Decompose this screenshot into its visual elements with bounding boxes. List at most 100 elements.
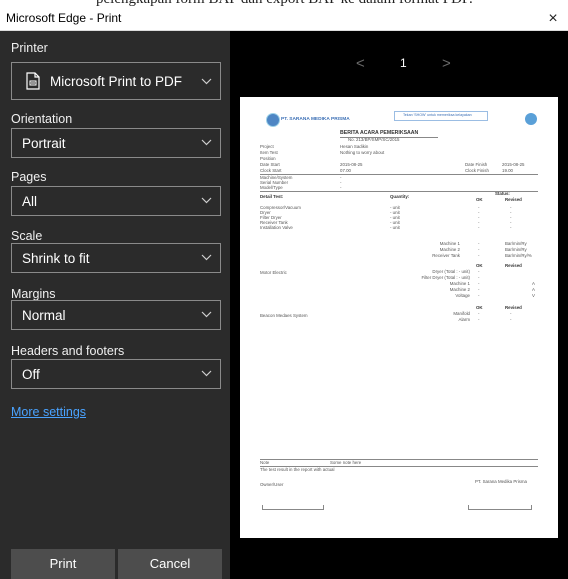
machine-row-ok: - — [478, 253, 480, 258]
printer-pdf-icon — [26, 72, 40, 90]
headers-footers-select[interactable]: Off — [11, 359, 221, 389]
motor-row-name: Voltage — [455, 293, 470, 298]
machine-row-revised: Bar/min/Ry — [505, 247, 527, 252]
machine-row-revised: Bar/min/Ry/% — [505, 253, 532, 258]
orientation-value: Portrait — [22, 136, 66, 151]
item-ok: - — [478, 225, 480, 230]
secondary-logo-icon — [525, 113, 537, 125]
motor-row-name: Machine 2 — [449, 287, 470, 292]
margins-value: Normal — [22, 308, 66, 323]
divider — [260, 459, 538, 460]
machine-key: Model/Type — [260, 185, 283, 190]
motor-row-ok: - — [478, 281, 480, 286]
headers-footers-label: Headers and footers — [11, 344, 125, 358]
printer-select[interactable]: Microsoft Print to PDF — [11, 62, 221, 100]
ok-header-2: OK — [476, 263, 483, 268]
item-name: Installation Valve — [260, 225, 293, 230]
info-right-value: 2015-08-25 — [502, 162, 525, 167]
item-quantity: - unit — [390, 225, 400, 230]
motor-row-name: Dryer (Total : - unit) — [432, 269, 470, 274]
headers-footers-value: Off — [22, 367, 40, 382]
divider — [260, 174, 538, 175]
window-titlebar: Microsoft Edge - Print × — [0, 8, 568, 31]
item-revised: - — [510, 225, 512, 230]
chevron-down-icon — [201, 78, 212, 85]
machine-row-revised: Bar/min/Ry — [505, 241, 527, 246]
info-right-key: Clock Finish — [465, 168, 489, 173]
motor-row-ok: - — [478, 275, 480, 280]
revised-header-3: Revised — [505, 305, 522, 310]
motor-row-unit: A — [532, 287, 535, 292]
revised-header-2: Revised — [505, 263, 522, 268]
ok-header: OK — [476, 197, 483, 202]
info-right-value: 19.00 — [502, 168, 513, 173]
info-key: Position — [260, 156, 276, 161]
scale-select[interactable]: Shrink to fit — [11, 243, 221, 273]
company-sign: PT. Sarana Medika Prisma — [475, 479, 527, 484]
company-logo-icon — [266, 113, 280, 127]
page-number: 1 — [400, 56, 407, 70]
pages-select[interactable]: All — [11, 186, 221, 216]
motor-label: Motor Electric — [260, 270, 287, 275]
page-preview: PT. SARANA MEDIKA PRISMA Tekan 'SHOW' un… — [240, 97, 558, 538]
chevron-down-icon — [201, 311, 212, 318]
detail-test-header: Detail Test: — [260, 194, 284, 199]
chevron-down-icon — [201, 370, 212, 377]
print-dialog: Printer Microsoft Print to PDF Orientati… — [0, 31, 568, 579]
cancel-button[interactable]: Cancel — [118, 549, 222, 579]
scale-label: Scale — [11, 229, 43, 243]
motor-row-unit: A — [532, 281, 535, 286]
previous-page-button[interactable]: < — [356, 55, 365, 72]
machine-row-name: Machine 1 — [439, 241, 460, 246]
info-value: 2015-08-25 — [340, 162, 363, 167]
margins-label: Margins — [11, 287, 56, 301]
motor-row-unit: V — [532, 293, 535, 298]
note-label: Note — [260, 460, 270, 465]
beacon-row-ok: - — [478, 317, 480, 322]
beacon-row-name: Alarm — [458, 317, 470, 322]
motor-row-name: Machine 1 — [449, 281, 470, 286]
settings-panel: Printer Microsoft Print to PDF Orientati… — [0, 31, 230, 579]
orientation-select[interactable]: Portrait — [11, 128, 221, 158]
next-page-button[interactable]: > — [442, 55, 451, 72]
revised-header: Revised — [505, 197, 522, 202]
printer-label: Printer — [11, 41, 48, 55]
machine-row-name: Receiver Tank — [432, 253, 460, 258]
pages-label: Pages — [11, 170, 47, 184]
more-settings-link[interactable]: More settings — [11, 405, 86, 419]
scale-value: Shrink to fit — [22, 251, 90, 266]
margins-select[interactable]: Normal — [11, 300, 221, 330]
window-title: Microsoft Edge - Print — [6, 11, 122, 25]
chevron-down-icon — [201, 197, 212, 204]
logo-text: PT. SARANA MEDIKA PRISMA — [281, 117, 350, 122]
beacon-row-name: Manifold — [453, 311, 470, 316]
company-signature-line — [468, 505, 532, 510]
motor-row-ok: - — [478, 269, 480, 274]
link-box: Tekan 'SHOW' untuk memeriksa kelayakan — [394, 111, 488, 121]
close-icon[interactable]: × — [542, 8, 564, 30]
title-underline — [340, 137, 438, 138]
info-key: Date Start — [260, 162, 280, 167]
pages-value: All — [22, 194, 38, 209]
note-value: Some note here — [330, 460, 362, 465]
beacon-label: Beacon Medaes System — [260, 313, 308, 318]
result-text: The test result in the report with actua… — [260, 467, 335, 472]
background-document-text: pelengkapan form BAP dan export BAP ke d… — [96, 0, 473, 8]
info-right-key: Date Finish — [465, 162, 488, 167]
machine-row-ok: - — [478, 247, 480, 252]
info-value: Hesan Sadikin — [340, 144, 369, 149]
machine-row-ok: - — [478, 241, 480, 246]
orientation-label: Orientation — [11, 112, 73, 126]
motor-row-ok: - — [478, 287, 480, 292]
print-button[interactable]: Print — [11, 549, 115, 579]
status-header: Status: — [495, 191, 510, 196]
info-key: Clock Start — [260, 168, 282, 173]
owner-signature-line — [262, 505, 324, 510]
beacon-row-revised: - — [510, 311, 512, 316]
print-preview: < 1 > PT. SARANA MEDIKA PRISMA Tekan 'SH… — [230, 31, 568, 579]
chevron-down-icon — [201, 139, 212, 146]
machine-row-name: Machine 2 — [439, 247, 460, 252]
background-document-strip: pelengkapan form BAP dan export BAP ke d… — [0, 0, 568, 8]
beacon-row-ok: - — [478, 311, 480, 316]
owner-label: Owner/User — [260, 482, 284, 487]
